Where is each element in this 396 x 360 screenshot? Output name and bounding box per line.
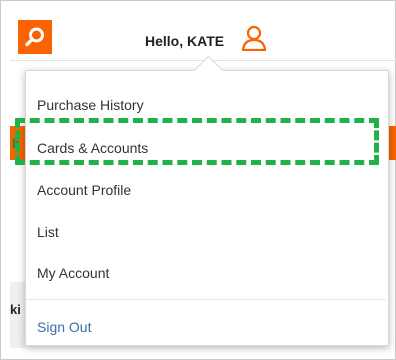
search-icon xyxy=(25,27,44,47)
menu-item-my-account[interactable]: My Account xyxy=(37,265,109,281)
search-button[interactable] xyxy=(18,20,52,54)
menu-item-list[interactable]: List xyxy=(37,224,59,240)
menu-item-account-profile[interactable]: Account Profile xyxy=(37,182,131,198)
background-text-fragment: ki xyxy=(10,302,21,317)
sign-out-link[interactable]: Sign Out xyxy=(37,319,91,335)
menu-divider xyxy=(26,299,386,300)
menu-item-purchase-history[interactable]: Purchase History xyxy=(37,97,144,113)
user-icon[interactable] xyxy=(240,25,268,51)
highlight-box xyxy=(15,118,379,165)
user-greeting[interactable]: Hello, KATE xyxy=(145,33,224,49)
